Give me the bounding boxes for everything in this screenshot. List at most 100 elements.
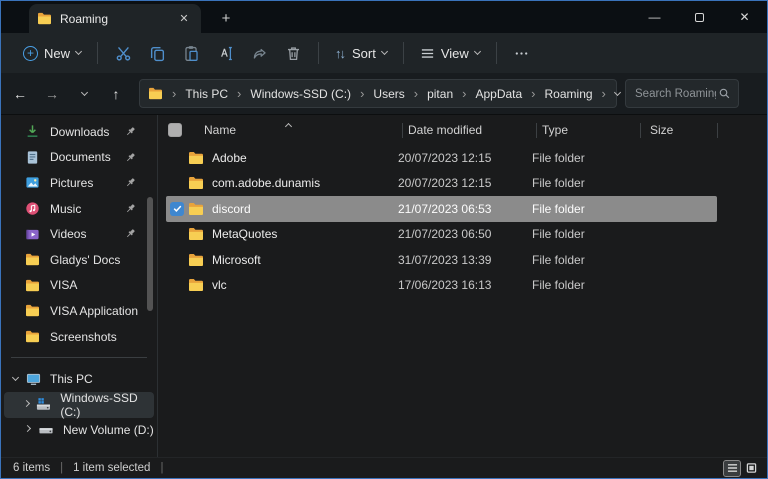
breadcrumb[interactable]: › This PC › Windows-SSD (C:) › Users › p… bbox=[139, 79, 647, 108]
breadcrumb-separator: › bbox=[531, 86, 536, 101]
folder-icon bbox=[26, 279, 39, 291]
folder-icon bbox=[26, 254, 39, 266]
column-divider[interactable] bbox=[402, 123, 403, 138]
sidebar-item-visa[interactable]: VISA bbox=[1, 273, 157, 299]
sidebar-item-windows-ssd[interactable]: Windows-SSD (C:) bbox=[4, 390, 154, 419]
new-tab-button[interactable]: + bbox=[215, 8, 237, 28]
sidebar-item-gladys-docs[interactable]: Gladys' Docs bbox=[1, 247, 157, 273]
sidebar-item-this-pc[interactable]: This PC bbox=[4, 366, 154, 392]
content-area: Downloads Documents Pictures Music Video bbox=[1, 115, 767, 457]
sidebar-item-documents[interactable]: Documents bbox=[1, 145, 157, 171]
row-checkbox[interactable] bbox=[170, 278, 184, 292]
tab-roaming[interactable]: Roaming ✕ bbox=[29, 4, 201, 33]
share-icon bbox=[253, 48, 266, 59]
file-list-pane: Name Date modified Type Size Adobe 20/07… bbox=[158, 115, 767, 457]
row-checkbox[interactable] bbox=[170, 253, 184, 267]
chevron-right-icon[interactable] bbox=[16, 425, 38, 433]
crumb-users[interactable]: Users bbox=[373, 87, 404, 101]
column-header-size[interactable]: Size bbox=[650, 123, 673, 137]
pin-icon bbox=[126, 127, 135, 136]
sidebar-item-label: Windows-SSD (C:) bbox=[60, 390, 138, 419]
minimize-button[interactable]: — bbox=[632, 1, 677, 33]
address-dropdown-icon[interactable] bbox=[613, 88, 621, 96]
sidebar-item-new-volume[interactable]: New Volume (D:) bbox=[4, 418, 154, 444]
column-header-type[interactable]: Type bbox=[542, 123, 568, 137]
file-name: vlc bbox=[212, 278, 227, 293]
crumb-this-pc[interactable]: This PC bbox=[185, 87, 228, 101]
up-button[interactable]: ↑ bbox=[103, 81, 129, 107]
column-header-date[interactable]: Date modified bbox=[408, 123, 482, 137]
large-icons-view-button[interactable] bbox=[743, 461, 759, 476]
tab-close-icon[interactable]: ✕ bbox=[175, 10, 193, 28]
crumb-windows-ssd[interactable]: Windows-SSD (C:) bbox=[250, 87, 351, 101]
view-button-label: View bbox=[440, 45, 469, 61]
crumb-pitan[interactable]: pitan bbox=[427, 87, 453, 101]
toolbar-separator bbox=[318, 42, 320, 64]
column-divider[interactable] bbox=[640, 123, 641, 138]
maximize-button[interactable] bbox=[677, 1, 722, 33]
titlebar: Roaming ✕ + — ✕ bbox=[1, 1, 767, 33]
folder-icon bbox=[188, 202, 204, 216]
sidebar-item-label: Screenshots bbox=[50, 329, 117, 344]
new-button[interactable]: + New bbox=[15, 41, 89, 66]
sidebar-item-videos[interactable]: Videos bbox=[1, 221, 157, 247]
items-count: 6 items bbox=[13, 462, 51, 474]
file-date: 21/07/2023 06:53 bbox=[398, 201, 492, 216]
column-divider[interactable] bbox=[717, 123, 718, 138]
rename-button[interactable] bbox=[208, 39, 242, 67]
table-row[interactable]: MetaQuotes 21/07/2023 06:50 File folder bbox=[166, 222, 717, 248]
status-bar: 6 items | 1 item selected | bbox=[1, 457, 767, 478]
sidebar-item-screenshots[interactable]: Screenshots bbox=[1, 324, 157, 350]
trash-icon bbox=[287, 46, 299, 60]
sidebar-item-music[interactable]: Music bbox=[1, 196, 157, 222]
table-row[interactable]: com.adobe.dunamis 20/07/2023 12:15 File … bbox=[166, 171, 717, 197]
search-input[interactable] bbox=[633, 86, 718, 101]
copy-button[interactable] bbox=[140, 39, 174, 67]
sort-button[interactable]: ↑↓ Sort bbox=[327, 41, 395, 66]
pin-icon bbox=[126, 152, 135, 161]
sidebar-item-label: This PC bbox=[50, 372, 93, 387]
file-type: File folder bbox=[532, 278, 585, 293]
column-divider[interactable] bbox=[536, 123, 537, 138]
table-row[interactable]: vlc 17/06/2023 16:13 File folder bbox=[166, 273, 717, 299]
paste-button[interactable] bbox=[174, 39, 208, 67]
view-button[interactable]: View bbox=[412, 41, 488, 66]
row-checkbox[interactable] bbox=[170, 176, 184, 190]
file-type: File folder bbox=[532, 252, 585, 267]
search-icon[interactable] bbox=[718, 87, 731, 100]
cut-button[interactable] bbox=[106, 39, 140, 67]
sidebar-item-label: Downloads bbox=[50, 124, 110, 139]
crumb-roaming[interactable]: Roaming bbox=[545, 87, 593, 101]
sidebar-scrollbar[interactable] bbox=[147, 197, 153, 311]
more-options-button[interactable] bbox=[505, 39, 539, 67]
row-checkbox-checked[interactable] bbox=[170, 201, 184, 216]
sidebar-item-visa-application[interactable]: VISA Application bbox=[1, 298, 157, 324]
share-button[interactable] bbox=[242, 39, 276, 67]
crumb-appdata[interactable]: AppData bbox=[475, 87, 522, 101]
recent-locations-button[interactable] bbox=[71, 81, 97, 107]
chevron-down-icon[interactable] bbox=[4, 374, 26, 382]
chevron-right-icon[interactable] bbox=[16, 399, 36, 407]
sidebar-item-label: VISA Application bbox=[50, 303, 139, 318]
table-row-selected[interactable]: discord 21/07/2023 06:53 File folder bbox=[166, 196, 717, 222]
table-row[interactable]: Adobe 20/07/2023 12:15 File folder bbox=[166, 145, 717, 171]
row-checkbox[interactable] bbox=[170, 151, 184, 165]
select-all-checkbox[interactable] bbox=[168, 123, 182, 137]
file-explorer-window: Roaming ✕ + — ✕ + New ↑↓ Sort View ← → ↑… bbox=[0, 0, 768, 479]
delete-button[interactable] bbox=[276, 39, 310, 67]
rename-icon bbox=[220, 46, 232, 60]
folder-icon bbox=[188, 227, 204, 241]
sidebar-item-pictures[interactable]: Pictures bbox=[1, 170, 157, 196]
details-view-button[interactable] bbox=[723, 459, 741, 477]
table-row[interactable]: Microsoft 31/07/2023 13:39 File folder bbox=[166, 247, 717, 273]
row-checkbox[interactable] bbox=[170, 227, 184, 241]
close-button[interactable]: ✕ bbox=[722, 1, 767, 33]
forward-button[interactable]: → bbox=[39, 81, 65, 107]
sidebar-item-label: Gladys' Docs bbox=[50, 252, 121, 267]
sidebar-item-label: Documents bbox=[50, 150, 111, 165]
back-button[interactable]: ← bbox=[7, 81, 33, 107]
breadcrumb-separator: › bbox=[601, 86, 606, 101]
column-header-name[interactable]: Name bbox=[204, 123, 236, 137]
videos-icon bbox=[26, 229, 39, 239]
sidebar-item-downloads[interactable]: Downloads bbox=[1, 119, 157, 145]
